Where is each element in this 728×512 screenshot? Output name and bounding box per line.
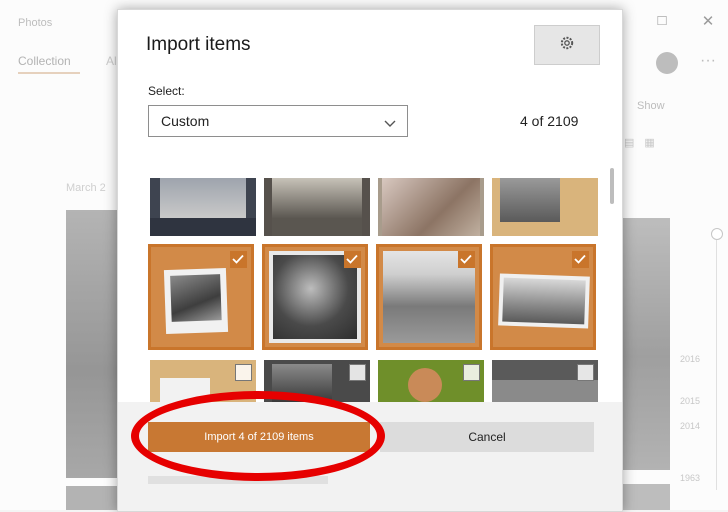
photo-thumbnail[interactable] [492,360,598,402]
photo-image [500,178,560,222]
settings-button[interactable] [534,25,600,65]
select-value: Custom [161,113,210,129]
photo-thumbnail[interactable] [378,360,484,402]
chevron-down-icon [383,115,397,133]
select-label: Select: [148,84,185,98]
checkbox-checked[interactable] [344,251,361,268]
photo-image [498,273,590,329]
checkbox-unchecked[interactable] [349,364,366,381]
checkbox-unchecked[interactable] [577,364,594,381]
selected-count: 4 of 2109 [520,113,579,129]
dialog-title: Import items [146,34,251,55]
photo-thumbnail-selected[interactable] [262,244,368,350]
photo-image [160,178,246,218]
photo-thumbnail-selected[interactable] [376,244,482,350]
photo-image [408,368,442,402]
photo-thumbnail[interactable] [492,178,598,236]
photo-image [163,267,229,335]
photo-grid [148,178,606,402]
checkbox-unchecked[interactable] [463,364,480,381]
checkbox-checked[interactable] [458,251,475,268]
photo-thumbnail[interactable] [264,178,370,236]
highlight-annotation-ring [131,391,385,481]
checkbox-checked[interactable] [230,251,247,268]
photo-image [382,178,480,236]
checkmark-icon [346,254,358,264]
checkmark-icon [460,254,472,264]
photo-thumbnail-selected[interactable] [490,244,596,350]
checkbox-checked[interactable] [572,251,589,268]
select-dropdown[interactable]: Custom [148,105,408,137]
photo-image [150,218,256,236]
photo-thumbnail-selected[interactable] [148,244,254,350]
scrollbar-thumb[interactable] [610,168,614,204]
cancel-button[interactable]: Cancel [380,422,594,452]
checkmark-icon [574,254,586,264]
gear-icon [559,35,575,56]
photo-image [272,178,362,236]
checkbox-unchecked[interactable] [235,364,252,381]
checkmark-icon [232,254,244,264]
photo-thumbnail[interactable] [378,178,484,236]
photo-thumbnail[interactable] [150,178,256,236]
